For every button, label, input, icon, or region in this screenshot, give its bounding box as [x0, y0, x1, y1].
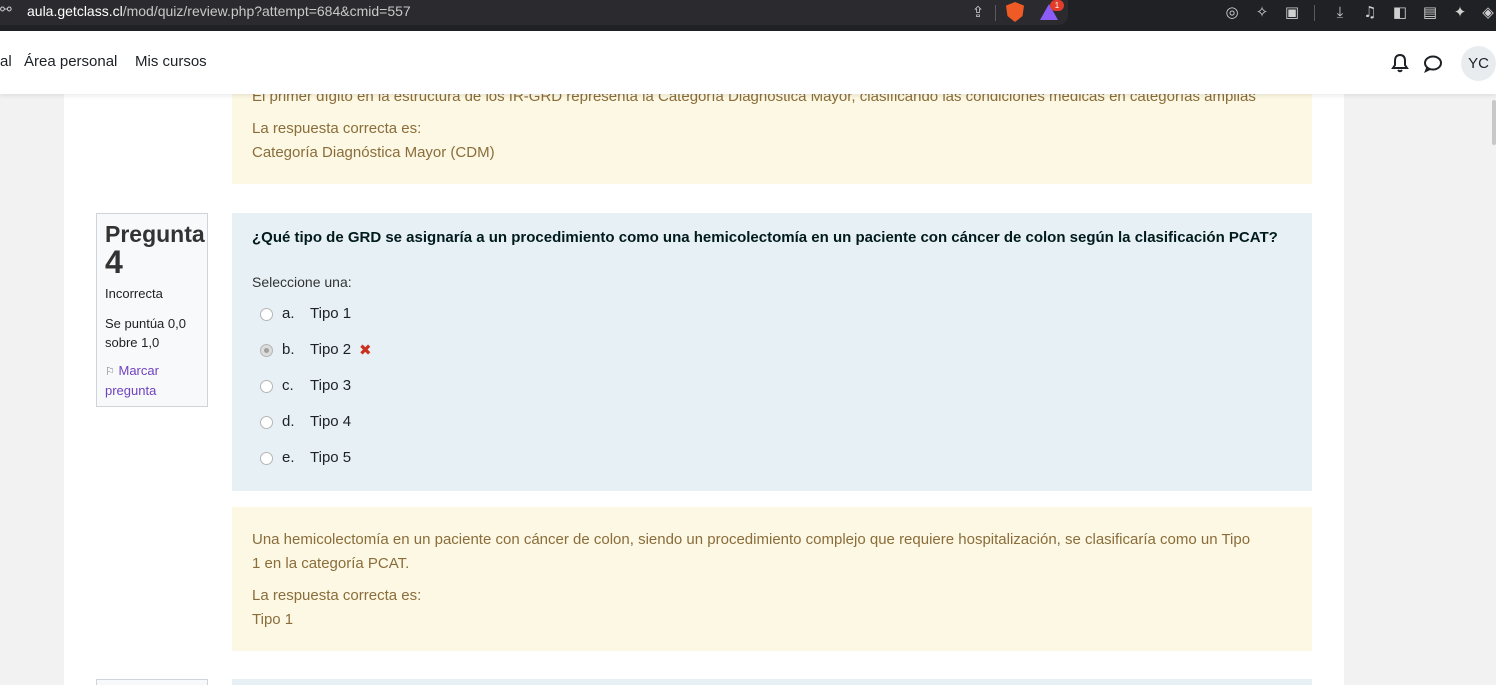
option-letter: d.	[282, 413, 295, 430]
question-feedback: Una hemicolectomía en un paciente con cá…	[232, 507, 1312, 651]
address-bar[interactable]: ⚯ aula.getclass.cl/mod/quiz/review.php?a…	[0, 0, 1068, 25]
browser-toolbar: ⚯ aula.getclass.cl/mod/quiz/review.php?a…	[0, 0, 1496, 31]
option-letter: e.	[282, 449, 295, 466]
option-text: Tipo 5	[310, 449, 352, 466]
reader-mode-icon[interactable]: ▣	[1282, 2, 1302, 22]
url-host: aula.getclass.cl	[27, 3, 123, 19]
media-icon[interactable]: ♫	[1360, 2, 1380, 22]
radio-button[interactable]	[260, 380, 273, 393]
option-text: Tipo 2	[310, 341, 352, 358]
question-state: Incorrecta	[105, 286, 163, 301]
question-grade: Se puntúa 0,0 sobre 1,0	[105, 316, 186, 350]
brave-shields-icon[interactable]	[1006, 2, 1024, 22]
rewards-badge: 1	[1050, 0, 1064, 11]
separator	[995, 5, 996, 21]
nav-link-my-courses[interactable]: Mis cursos	[135, 53, 207, 70]
scrollbar-thumb[interactable]	[1492, 100, 1496, 145]
download-icon[interactable]: ⤓	[1330, 2, 1350, 22]
radio-button[interactable]	[260, 308, 273, 321]
leo-ai-icon[interactable]: ✦	[1450, 2, 1470, 22]
answer-option-e[interactable]: e. Tipo 5	[260, 448, 560, 470]
site-info-icon[interactable]: ⚯	[0, 2, 20, 22]
url-path: /mod/quiz/review.php?attempt=684&cmid=55…	[122, 3, 411, 19]
sidebar-icon[interactable]: ◧	[1390, 2, 1410, 22]
bell-icon[interactable]	[1391, 53, 1409, 73]
option-text: Tipo 3	[310, 377, 352, 394]
next-question-formulation	[232, 679, 1312, 685]
right-answer-label: La respuesta correcta es:	[252, 120, 422, 137]
option-letter: a.	[282, 305, 295, 322]
radio-button[interactable]	[260, 452, 273, 465]
option-letter: c.	[282, 377, 294, 394]
radio-button-selected[interactable]	[260, 344, 273, 357]
answer-option-b[interactable]: b. Tipo 2 ✖	[260, 340, 560, 362]
url-text[interactable]: aula.getclass.cl/mod/quiz/review.php?att…	[27, 3, 411, 19]
general-feedback-line-1: Una hemicolectomía en un paciente con cá…	[252, 531, 1251, 548]
right-answer-label: La respuesta correcta es:	[252, 587, 422, 604]
option-text: Tipo 4	[310, 413, 352, 430]
general-feedback-line-2: 1 en la categoría PCAT.	[252, 555, 410, 572]
option-text: Tipo 1	[310, 305, 352, 322]
question-number: 4	[105, 244, 123, 280]
answer-prompt: Seleccione una:	[252, 274, 352, 290]
nav-link-home[interactable]: al	[0, 53, 12, 70]
answer-option-a[interactable]: a. Tipo 1	[260, 304, 560, 326]
messages-icon[interactable]	[1423, 54, 1443, 74]
radio-button[interactable]	[260, 416, 273, 429]
question-info: Pregunta 4 Incorrecta Se puntúa 0,0 sobr…	[96, 213, 208, 407]
question-formulation: ¿Qué tipo de GRD se asignaría a un proce…	[232, 213, 1312, 491]
next-question-info	[96, 679, 208, 685]
private-window-icon[interactable]: ◎	[1222, 2, 1242, 22]
flag-icon: ⚐	[105, 365, 115, 378]
vpn-icon[interactable]: ◈	[1478, 2, 1496, 22]
site-navbar: al Área personal Mis cursos YC	[0, 31, 1496, 94]
separator	[1314, 5, 1315, 21]
answer-option-c[interactable]: c. Tipo 3	[260, 376, 560, 398]
question-text: ¿Qué tipo de GRD se asignaría a un proce…	[252, 229, 1278, 246]
share-icon[interactable]: ⇪	[968, 2, 988, 22]
wallet-icon[interactable]: ▤	[1420, 2, 1440, 22]
answer-option-d[interactable]: d. Tipo 4	[260, 412, 560, 434]
incorrect-icon: ✖	[359, 341, 372, 359]
option-letter: b.	[282, 341, 295, 358]
flag-question-link[interactable]: ⚐ Marcar pregunta	[105, 361, 205, 400]
user-avatar[interactable]: YC	[1461, 46, 1496, 81]
extensions-icon[interactable]: ✧	[1252, 2, 1272, 22]
nav-link-dashboard[interactable]: Área personal	[24, 53, 117, 70]
right-answer: Categoría Diagnóstica Mayor (CDM)	[252, 144, 495, 161]
right-answer: Tipo 1	[252, 611, 294, 628]
